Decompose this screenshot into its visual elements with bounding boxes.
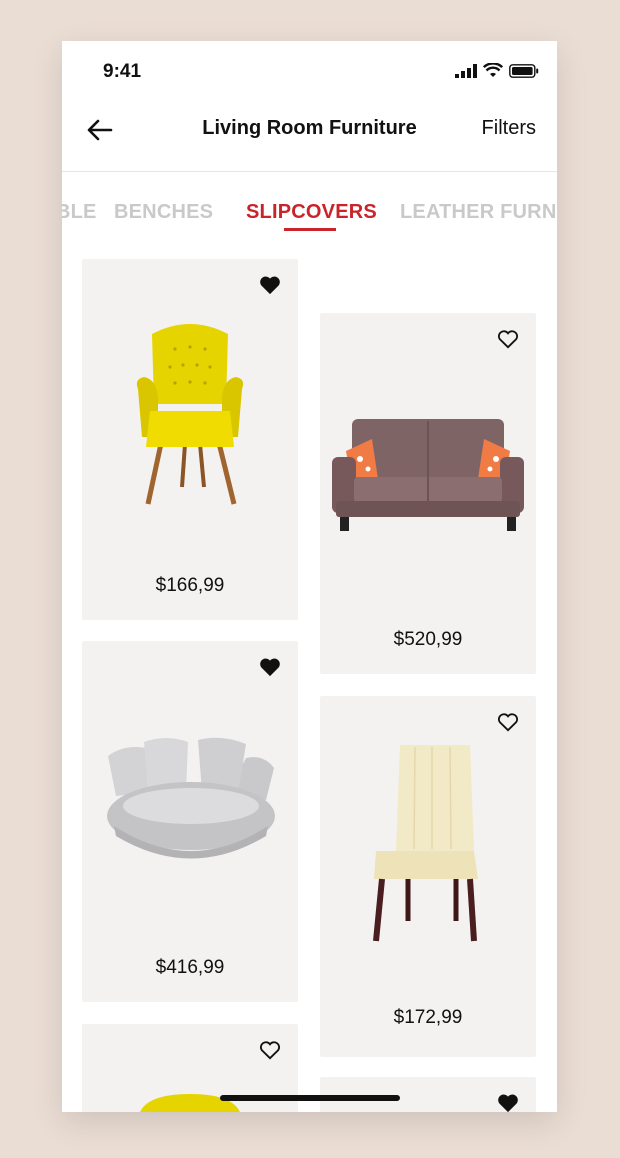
filters-button[interactable]: Filters bbox=[482, 117, 536, 140]
product-price: $520,99 bbox=[393, 629, 463, 650]
category-tabs: BLE BENCHES SLIPCOVERS LEATHER FURN bbox=[62, 201, 557, 241]
product-card[interactable]: $166,99 bbox=[82, 259, 298, 620]
heart-outline-icon[interactable] bbox=[259, 1040, 281, 1060]
grey-round-armchair-image bbox=[107, 737, 275, 859]
product-price: $416,99 bbox=[155, 957, 225, 978]
tab-leather-furniture[interactable]: LEATHER FURN bbox=[400, 201, 556, 224]
heart-outline-icon[interactable] bbox=[497, 712, 519, 732]
product-price: $172,99 bbox=[393, 1007, 463, 1028]
status-icons bbox=[455, 63, 539, 78]
brown-loveseat-image bbox=[332, 419, 524, 531]
yellow-wingback-chair-image bbox=[136, 324, 244, 505]
tab-slipcovers[interactable]: SLIPCOVERS bbox=[246, 201, 377, 224]
tab-benches[interactable]: BENCHES bbox=[114, 201, 213, 224]
product-card[interactable]: $172,99 bbox=[320, 696, 536, 1057]
heart-outline-icon[interactable] bbox=[497, 329, 519, 349]
product-price: $166,99 bbox=[155, 575, 225, 596]
header-divider bbox=[62, 171, 557, 172]
product-card[interactable]: $520,99 bbox=[320, 313, 536, 674]
battery-icon bbox=[509, 63, 539, 78]
home-indicator bbox=[220, 1095, 400, 1101]
wifi-icon bbox=[483, 63, 503, 77]
status-time: 9:41 bbox=[103, 61, 142, 82]
active-tab-indicator bbox=[284, 228, 336, 231]
cream-dining-chair-image bbox=[373, 745, 478, 942]
product-card[interactable]: $416,99 bbox=[82, 641, 298, 1002]
signal-icon bbox=[455, 63, 477, 78]
heart-filled-icon[interactable] bbox=[497, 1093, 519, 1112]
phone-screen: 9:41 Living Room Furniture Filters BLE B… bbox=[62, 41, 557, 1112]
heart-filled-icon[interactable] bbox=[259, 657, 281, 677]
tab-partial[interactable]: BLE bbox=[62, 201, 97, 224]
heart-filled-icon[interactable] bbox=[259, 275, 281, 295]
